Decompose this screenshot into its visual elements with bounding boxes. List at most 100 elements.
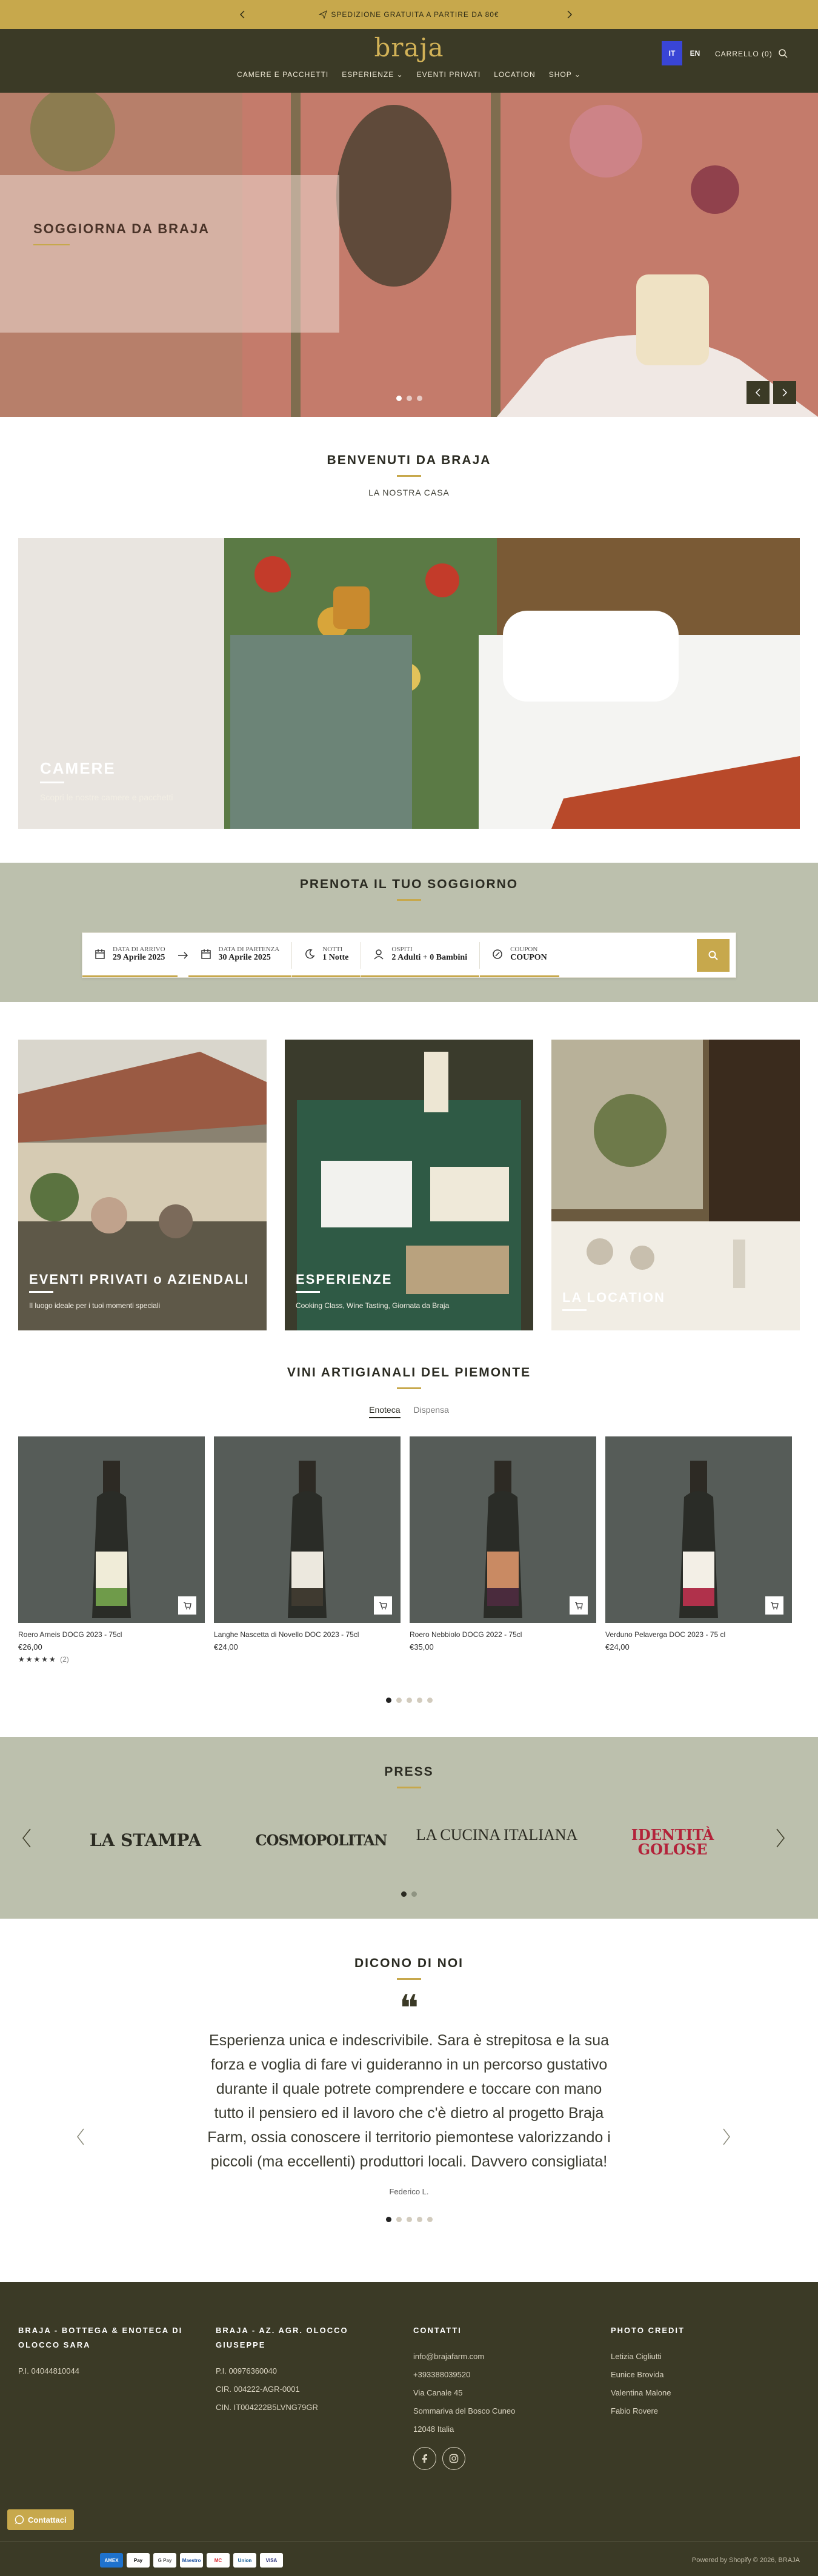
guests-field[interactable]: OSPITI 2 Adulti + 0 Bambini xyxy=(361,933,480,977)
wines-dot[interactable] xyxy=(396,1698,402,1703)
welcome-subtitle: LA NOSTRA CASA xyxy=(368,488,450,497)
photo-credit-link[interactable]: Valentina Malone xyxy=(611,2384,786,2402)
coupon-input[interactable]: COUPON xyxy=(510,953,547,963)
product-card[interactable]: Roero Nebbiolo DOCG 2022 - 75cl €35,00 xyxy=(410,1436,596,1664)
checkout-field[interactable]: DATA DI PARTENZA 30 Aprile 2025 xyxy=(188,933,292,977)
add-to-cart-icon[interactable] xyxy=(374,1596,392,1615)
language-switcher: IT EN xyxy=(662,41,705,65)
card-underline xyxy=(562,1309,587,1311)
facebook-icon[interactable] xyxy=(413,2447,436,2470)
product-card[interactable]: Verduno Pelaverga DOC 2023 - 75 cl €24,0… xyxy=(605,1436,792,1664)
hero-dot[interactable] xyxy=(396,396,402,401)
site-footer: BRAJA - BOTTEGA & ENOTECA DI OLOCCO SARA… xyxy=(0,2282,818,2576)
product-image[interactable] xyxy=(605,1436,792,1623)
product-image[interactable] xyxy=(214,1436,401,1623)
press-dot[interactable] xyxy=(401,1891,407,1897)
coupon-field[interactable]: COUPON COUPON xyxy=(480,933,559,977)
card-location[interactable]: LA LOCATION xyxy=(551,1040,800,1330)
welcome-title: BENVENUTI DA BRAJA xyxy=(327,453,491,467)
wines-dot[interactable] xyxy=(385,1698,391,1703)
review-dot[interactable] xyxy=(416,2217,422,2222)
photo-credit-link[interactable]: Letizia Cigliutti xyxy=(611,2348,786,2366)
review-dot[interactable] xyxy=(396,2217,402,2222)
press-next-arrow-icon[interactable] xyxy=(776,1828,785,1848)
announcement-prev-arrow-icon[interactable] xyxy=(236,8,248,21)
footer-col2-line: P.I. 00976360040 xyxy=(216,2366,277,2375)
review-prev-arrow-icon[interactable] xyxy=(76,2128,85,2146)
photo-credit-link[interactable]: Eunice Brovida xyxy=(611,2366,786,2384)
product-price: €24,00 xyxy=(214,1642,238,1651)
review-dot[interactable] xyxy=(406,2217,412,2222)
title-underline xyxy=(397,475,421,477)
product-image[interactable] xyxy=(410,1436,596,1623)
product-image[interactable] xyxy=(18,1436,205,1623)
lang-it-button[interactable]: IT xyxy=(662,41,682,65)
footer-col3-title: CONTATTI xyxy=(413,2326,462,2335)
card-eventi[interactable]: EVENTI PRIVATI o AZIENDALI Il luogo idea… xyxy=(18,1040,267,1330)
add-to-cart-icon[interactable] xyxy=(178,1596,196,1615)
nav-item-esperienze[interactable]: ESPERIENZE ⌄ xyxy=(342,70,403,79)
coupon-label: COUPON xyxy=(510,946,538,953)
nav-item-location[interactable]: LOCATION xyxy=(494,70,535,79)
search-icon[interactable] xyxy=(778,48,788,58)
card-location-image xyxy=(551,1040,800,1330)
rating-count: (2) xyxy=(60,1655,69,1664)
press-logo-cosmopolitan[interactable]: COSMOPOLITAN xyxy=(233,1828,409,1857)
announcement-next-arrow-icon[interactable] xyxy=(564,8,576,21)
press-logo-identita-golose[interactable]: IDENTITÀ GOLOSE xyxy=(600,1828,745,1857)
product-card[interactable]: Langhe Nascetta di Novello DOC 2023 - 75… xyxy=(214,1436,401,1664)
card-esperienze[interactable]: ESPERIENZE Cooking Class, Wine Tasting, … xyxy=(285,1040,533,1330)
footer-col-credits: PHOTO CREDIT Letizia Cigliutti Eunice Br… xyxy=(611,2323,786,2420)
footer-address-line: Sommariva del Bosco Cuneo xyxy=(413,2406,516,2415)
lang-en-button[interactable]: EN xyxy=(685,41,705,65)
add-to-cart-icon[interactable] xyxy=(765,1596,783,1615)
nights-field[interactable]: NOTTI 1 Notte xyxy=(292,933,361,977)
rooms-card[interactable]: CAMERE Scopri le nostre camere e pacchet… xyxy=(18,538,800,829)
add-to-cart-icon[interactable] xyxy=(570,1596,588,1615)
booking-search-button[interactable] xyxy=(697,938,730,972)
reviews-pagination xyxy=(0,2217,818,2222)
press-logo-la-cucina-italiana[interactable]: LA CUCINA ITALIANA xyxy=(409,1827,585,1857)
hero-dot[interactable] xyxy=(406,396,412,401)
review-dot[interactable] xyxy=(427,2217,433,2222)
nav-item-eventi[interactable]: EVENTI PRIVATI xyxy=(417,70,481,79)
product-name[interactable]: Verduno Pelaverga DOC 2023 - 75 cl xyxy=(605,1630,792,1639)
footer-col2-title: BRAJA - AZ. AGR. OLOCCO GIUSEPPE xyxy=(216,2326,348,2349)
hero-prev-button[interactable] xyxy=(747,381,770,404)
welcome-section: BENVENUTI DA BRAJA LA NOSTRA CASA xyxy=(0,417,818,538)
hero-next-button[interactable] xyxy=(773,381,796,404)
product-name[interactable]: Roero Arneis DOCG 2023 - 75cl xyxy=(18,1630,205,1639)
review-dot[interactable] xyxy=(385,2217,391,2222)
hero-dot[interactable] xyxy=(416,396,422,401)
booking-title: PRENOTA IL TUO SOGGIORNO xyxy=(299,877,519,891)
photo-credit-link[interactable]: Fabio Rovere xyxy=(611,2402,786,2420)
wines-dot[interactable] xyxy=(427,1698,433,1703)
product-name[interactable]: Roero Nebbiolo DOCG 2022 - 75cl xyxy=(410,1630,596,1639)
guests-label: OSPITI xyxy=(391,946,413,953)
title-underline xyxy=(397,1787,421,1788)
announcement-message[interactable]: SPEDIZIONE GRATUITA A PARTIRE DA 80€ xyxy=(319,10,499,19)
product-name[interactable]: Langhe Nascetta di Novello DOC 2023 - 75… xyxy=(214,1630,401,1639)
tab-dispensa[interactable]: Dispensa xyxy=(414,1405,449,1418)
wines-dot[interactable] xyxy=(416,1698,422,1703)
cart-link[interactable]: CARRELLO (0) xyxy=(715,50,773,58)
instagram-icon[interactable] xyxy=(442,2447,465,2470)
nav-item-camere[interactable]: CAMERE E PACCHETTI xyxy=(237,70,328,79)
whatsapp-chat-button[interactable]: Contattaci xyxy=(7,2509,74,2530)
brand-logo[interactable]: braja xyxy=(373,33,445,62)
amex-icon: AMEX xyxy=(100,2553,123,2568)
review-next-arrow-icon[interactable] xyxy=(722,2128,731,2146)
press-logo-la-stampa[interactable]: LA STAMPA xyxy=(58,1828,233,1857)
nav-item-shop[interactable]: SHOP ⌄ xyxy=(549,70,581,79)
wines-dot[interactable] xyxy=(406,1698,412,1703)
footer-col-azienda: BRAJA - AZ. AGR. OLOCCO GIUSEPPE P.I. 00… xyxy=(216,2323,391,2417)
footer-email-link[interactable]: info@brajafarm.com xyxy=(413,2348,589,2366)
footer-phone-link[interactable]: +393388039520 xyxy=(413,2366,589,2384)
press-section: PRESS LA STAMPA COSMOPOLITAN LA CUCINA I… xyxy=(0,1737,818,1919)
press-dot[interactable] xyxy=(411,1891,417,1897)
press-logos: LA STAMPA COSMOPOLITAN LA CUCINA ITALIAN… xyxy=(0,1827,818,1857)
checkin-field[interactable]: DATA DI ARRIVO 29 Aprile 2025 xyxy=(82,933,178,977)
tab-enoteca[interactable]: Enoteca xyxy=(369,1405,401,1418)
product-card[interactable]: Roero Arneis DOCG 2023 - 75cl €26,00 ★★★★… xyxy=(18,1436,205,1664)
press-title: PRESS xyxy=(384,1765,434,1779)
